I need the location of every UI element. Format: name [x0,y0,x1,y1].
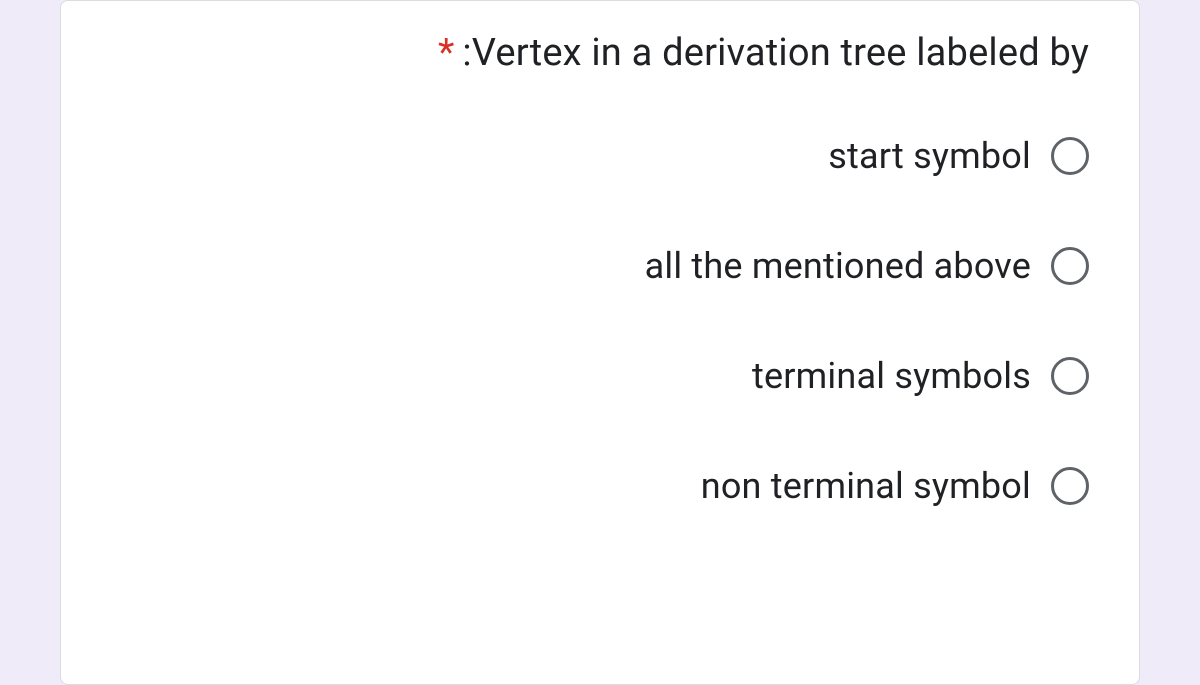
question-card: * :Vertex in a derivation tree labeled b… [60,0,1140,685]
radio-option-non-terminal-symbol[interactable]: non terminal symbol [701,465,1089,507]
question-text: :Vertex in a derivation tree labeled by [462,31,1089,75]
radio-option-terminal-symbols[interactable]: terminal symbols [752,355,1089,397]
radio-circle-icon [1051,357,1089,395]
question-header: * :Vertex in a derivation tree labeled b… [101,31,1099,75]
options-group: start symbol all the mentioned above ter… [101,135,1099,507]
radio-circle-icon [1051,247,1089,285]
option-label: all the mentioned above [645,245,1031,287]
radio-option-start-symbol[interactable]: start symbol [828,135,1089,177]
radio-circle-icon [1051,137,1089,175]
radio-circle-icon [1051,467,1089,505]
option-label: start symbol [828,135,1031,177]
option-label: non terminal symbol [701,465,1031,507]
radio-option-all-mentioned[interactable]: all the mentioned above [645,245,1089,287]
required-asterisk-icon: * [438,31,454,75]
option-label: terminal symbols [752,355,1031,397]
